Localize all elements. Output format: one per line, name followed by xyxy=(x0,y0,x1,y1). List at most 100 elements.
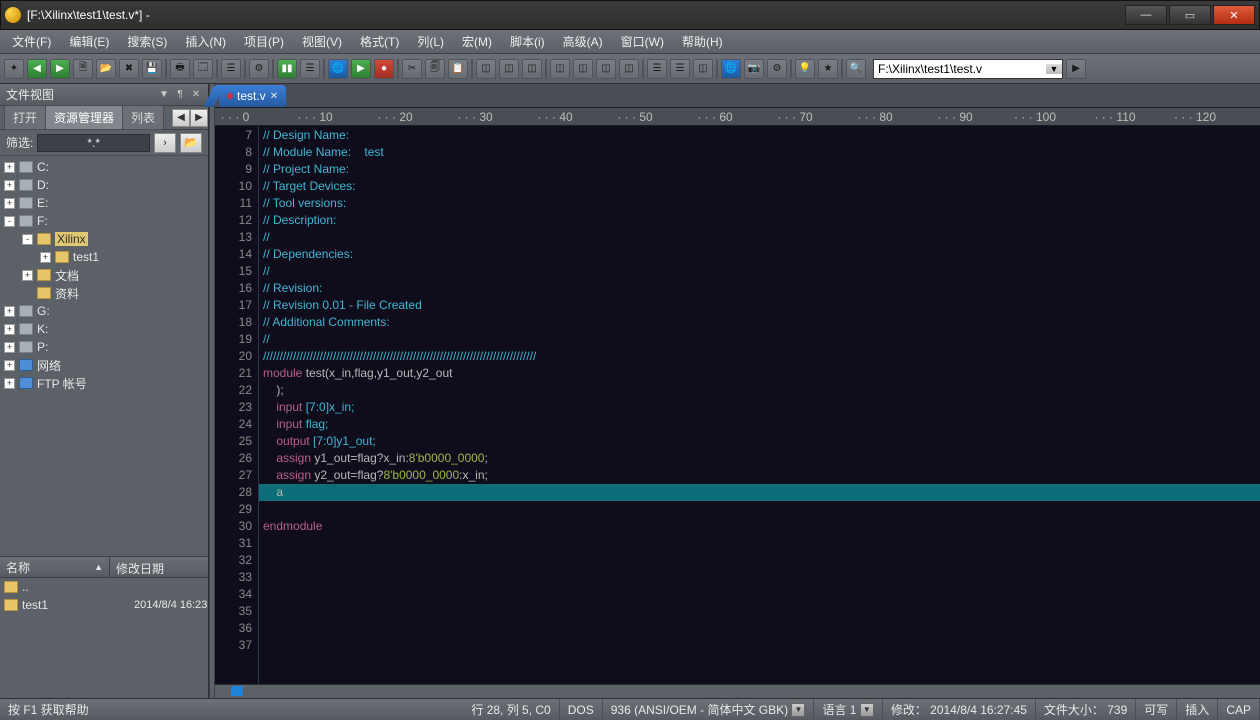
tool-paste[interactable]: 📋 xyxy=(448,59,468,79)
filter-go[interactable]: › xyxy=(154,133,176,153)
tool-m[interactable]: ⚙ xyxy=(767,59,787,79)
filter-browse[interactable]: 📂 xyxy=(180,133,202,153)
path-combobox[interactable]: ▼ xyxy=(873,59,1063,79)
tool-col[interactable]: ▮▮ xyxy=(277,59,297,79)
tool-g[interactable]: ◫ xyxy=(619,59,639,79)
tree-node[interactable]: -Xilinx xyxy=(0,230,208,248)
tool-run[interactable]: ▶ xyxy=(351,59,371,79)
status-cap[interactable]: CAP xyxy=(1218,699,1260,720)
menu-macro[interactable]: 宏(M) xyxy=(454,30,500,53)
tool-f[interactable]: ◫ xyxy=(596,59,616,79)
path-input[interactable] xyxy=(874,62,1046,76)
toolbar: ✦ ◀ ▶ 🗎 📂 ✖ 💾 🖶 🗔 ☰ ⚙ ▮▮ ☰ 🌐 ▶ ● ✂ 🗐 📋 ◫… xyxy=(0,54,1260,84)
subtab-open[interactable]: 打开 xyxy=(4,105,46,130)
tool-k[interactable]: 🌐 xyxy=(721,59,741,79)
file-tab[interactable]: test.v ✕ xyxy=(219,85,286,107)
tool-e[interactable]: ◫ xyxy=(573,59,593,79)
tool-h[interactable]: ☰ xyxy=(647,59,667,79)
tree-node[interactable]: +K: xyxy=(0,320,208,338)
menu-column[interactable]: 列(L) xyxy=(409,30,452,53)
tool-cut[interactable]: ✂ xyxy=(402,59,422,79)
status-mod: 修改： 2014/8/4 16:27:45 xyxy=(883,699,1036,720)
tree-node[interactable]: -F: xyxy=(0,212,208,230)
tool-forward[interactable]: ▶ xyxy=(50,59,70,79)
tool-i[interactable]: ☰ xyxy=(670,59,690,79)
menu-help[interactable]: 帮助(H) xyxy=(674,30,731,53)
menu-advanced[interactable]: 高级(A) xyxy=(555,30,611,53)
menu-file[interactable]: 文件(F) xyxy=(4,30,59,53)
list-body[interactable]: ..test12014/8/4 16:23:... xyxy=(0,578,208,698)
status-enc[interactable]: 936 (ANSI/OEM - 简体中文 GBK) ▼ xyxy=(603,699,815,720)
tool-new[interactable]: ✦ xyxy=(4,59,24,79)
tool-preview[interactable]: 🗔 xyxy=(193,59,213,79)
list-row[interactable]: .. xyxy=(0,578,208,596)
tool-find[interactable]: 🔍 xyxy=(846,59,866,79)
toolbar-sep xyxy=(545,59,547,79)
tool-copy[interactable]: 🗐 xyxy=(425,59,445,79)
nav-next[interactable]: ▶ xyxy=(190,109,208,127)
tool-back[interactable]: ◀ xyxy=(27,59,47,79)
menu-format[interactable]: 格式(T) xyxy=(352,30,407,53)
tool-list[interactable]: ☰ xyxy=(221,59,241,79)
menu-script[interactable]: 脚本(i) xyxy=(502,30,553,53)
status-size: 文件大小： 739 xyxy=(1036,699,1136,720)
tool-close[interactable]: ✖ xyxy=(119,59,139,79)
tree-node[interactable]: +文档 xyxy=(0,266,208,284)
code-editor[interactable]: 7891011121314151617181920212223242526272… xyxy=(215,126,1260,684)
subtab-list[interactable]: 列表 xyxy=(122,105,164,130)
tool-c[interactable]: ◫ xyxy=(522,59,542,79)
status-lang[interactable]: 语言 1 ▼ xyxy=(814,699,882,720)
tool-save[interactable]: 💾 xyxy=(142,59,162,79)
tree-node[interactable]: 资料 xyxy=(0,284,208,302)
list-row[interactable]: test12014/8/4 16:23:... xyxy=(0,596,208,614)
col-date-header[interactable]: 修改日期 xyxy=(110,557,208,577)
menu-view[interactable]: 视图(V) xyxy=(294,30,350,53)
pin-icon[interactable]: ¶ xyxy=(174,89,186,100)
tree-node[interactable]: +P: xyxy=(0,338,208,356)
tool-html[interactable]: ⚙ xyxy=(249,59,269,79)
menu-insert[interactable]: 插入(N) xyxy=(177,30,234,53)
tool-d[interactable]: ◫ xyxy=(550,59,570,79)
tree-node[interactable]: +网络 xyxy=(0,356,208,374)
code-body[interactable]: // Design Name: // Module Name: test // … xyxy=(259,126,1260,684)
menu-search[interactable]: 搜索(S) xyxy=(119,30,175,53)
tool-open[interactable]: 📂 xyxy=(96,59,116,79)
status-ins[interactable]: 插入 xyxy=(1177,699,1218,720)
subtab-explorer[interactable]: 资源管理器 xyxy=(45,105,123,130)
tool-star[interactable]: ★ xyxy=(818,59,838,79)
tool-doc[interactable]: 🗎 xyxy=(73,59,93,79)
menu-project[interactable]: 项目(P) xyxy=(236,30,292,53)
minimize-button[interactable]: — xyxy=(1125,5,1167,25)
tool-web[interactable]: 🌐 xyxy=(328,59,348,79)
tab-close-icon[interactable]: ✕ xyxy=(270,91,278,102)
file-tree[interactable]: +C:+D:+E:-F:-Xilinx+test1+文档资料+G:+K:+P:+… xyxy=(0,156,208,556)
tool-print[interactable]: 🖶 xyxy=(170,59,190,79)
tool-a[interactable]: ◫ xyxy=(476,59,496,79)
tree-node[interactable]: +FTP 帐号 xyxy=(0,374,208,392)
maximize-button[interactable]: ▭ xyxy=(1169,5,1211,25)
menu-edit[interactable]: 编辑(E) xyxy=(61,30,117,53)
tree-node[interactable]: +E: xyxy=(0,194,208,212)
path-dropdown-icon[interactable]: ▼ xyxy=(1046,64,1062,74)
close-button[interactable]: ✕ xyxy=(1213,5,1255,25)
nav-prev[interactable]: ◀ xyxy=(172,109,190,127)
sidebar-title-text: 文件视图 xyxy=(6,86,54,103)
tool-l[interactable]: 📷 xyxy=(744,59,764,79)
tool-stop[interactable]: ● xyxy=(374,59,394,79)
filter-pattern[interactable]: *.* xyxy=(37,134,150,152)
menu-window[interactable]: 窗口(W) xyxy=(613,30,672,53)
tool-tip[interactable]: 💡 xyxy=(795,59,815,79)
tree-node[interactable]: +G: xyxy=(0,302,208,320)
tool-wrap[interactable]: ☰ xyxy=(300,59,320,79)
bookmark-marker[interactable] xyxy=(231,686,243,696)
tree-node[interactable]: +test1 xyxy=(0,248,208,266)
close-panel-icon[interactable]: ✕ xyxy=(190,89,202,100)
col-name-header[interactable]: 名称▲ xyxy=(0,557,110,577)
tool-go[interactable]: ▶ xyxy=(1066,59,1086,79)
tool-b[interactable]: ◫ xyxy=(499,59,519,79)
tool-j[interactable]: ◫ xyxy=(693,59,713,79)
status-eol[interactable]: DOS xyxy=(560,699,603,720)
tree-node[interactable]: +D: xyxy=(0,176,208,194)
tree-node[interactable]: +C: xyxy=(0,158,208,176)
dropdown-icon[interactable]: ▼ xyxy=(158,89,170,100)
